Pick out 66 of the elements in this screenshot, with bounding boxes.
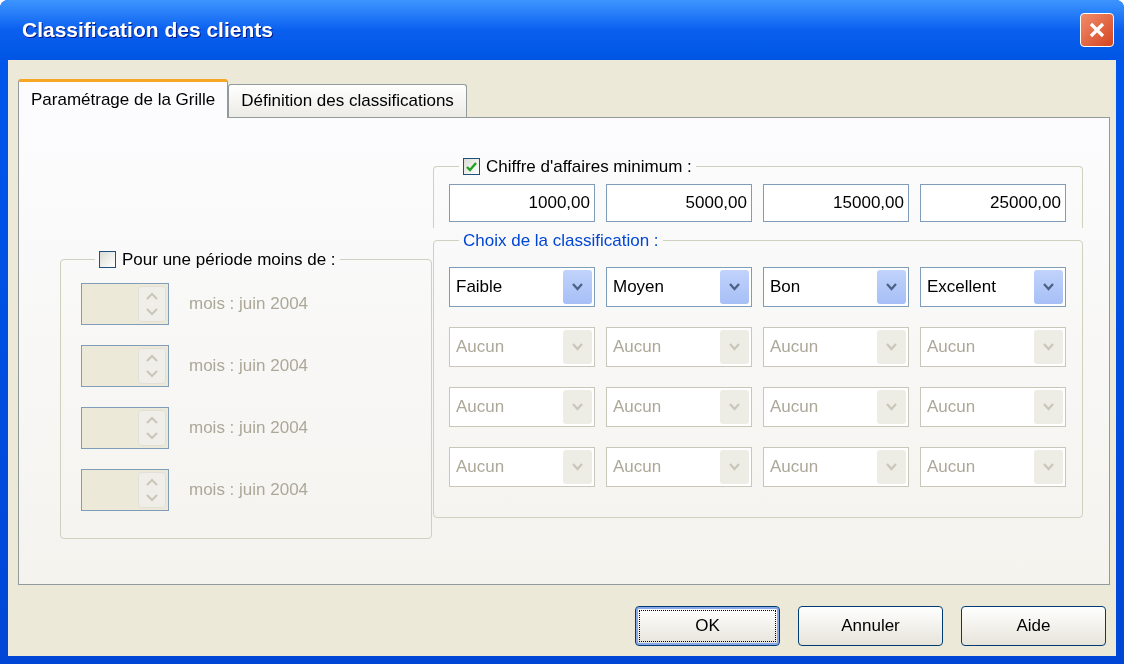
dropdown[interactable]: Faible: [449, 267, 595, 307]
chevron-down-icon: [1043, 403, 1054, 411]
dropdown-value: Aucun: [769, 336, 820, 359]
spin-arrows-icon: [138, 347, 166, 384]
dropdown-value: Aucun: [926, 396, 977, 419]
checkbox-label: Pour une période moins de :: [122, 249, 336, 271]
dropdown-arrow-button[interactable]: [720, 270, 749, 304]
chevron-down-icon: [1043, 283, 1054, 291]
dropdown-value: Aucun: [612, 396, 663, 419]
dropdown-value: Aucun: [455, 336, 506, 359]
dropdown-value: Aucun: [455, 456, 506, 479]
dropdown[interactable]: Excellent: [920, 267, 1066, 307]
window-title: Classification des clients: [22, 17, 273, 44]
chevron-down-icon: [886, 463, 897, 471]
dropdown-value: Aucun: [612, 456, 663, 479]
checkbox[interactable]: [463, 158, 480, 176]
dialog-button[interactable]: OK: [635, 606, 780, 646]
dropdown-value: Moyen: [612, 276, 666, 299]
spin-arrows-icon: [138, 471, 166, 508]
month-label: mois : juin 2004: [189, 292, 309, 315]
dropdown-value: Faible: [455, 276, 504, 299]
dropdown-value: Excellent: [926, 276, 997, 299]
chevron-down-icon: [572, 343, 583, 351]
tab[interactable]: Paramétrage de la Grille: [18, 79, 229, 118]
month-label: mois : juin 2004: [189, 416, 309, 439]
amount-field[interactable]: 1000,00: [449, 183, 595, 222]
chevron-down-icon: [572, 403, 583, 411]
dropdown-value: Aucun: [455, 396, 506, 419]
chevron-down-icon: [729, 343, 740, 351]
dropdown-value: Aucun: [612, 336, 663, 359]
dropdown[interactable]: Moyen: [606, 267, 752, 307]
chevron-down-icon: [886, 403, 897, 411]
spin-arrows-icon: [138, 285, 166, 322]
chevron-down-icon: [729, 283, 740, 291]
dropdown-arrow-button[interactable]: [563, 270, 592, 304]
dropdown-value: Aucun: [926, 336, 977, 359]
spin-arrows-icon: [138, 409, 166, 446]
checkmark-icon: [466, 161, 477, 172]
chevron-down-icon: [886, 283, 897, 291]
chevron-down-icon: [572, 463, 583, 471]
checkbox[interactable]: [99, 251, 116, 269]
close-button[interactable]: [1080, 13, 1114, 47]
close-icon: [1088, 21, 1106, 39]
dropdown-arrow-button[interactable]: [1034, 270, 1063, 304]
chevron-down-icon: [1043, 343, 1054, 351]
dropdown-value: Aucun: [769, 456, 820, 479]
dialog-button[interactable]: Aide: [961, 606, 1106, 646]
chevron-down-icon: [572, 283, 583, 291]
dropdown[interactable]: Bon: [763, 267, 909, 307]
dropdown-value: Bon: [769, 276, 802, 299]
chevron-down-icon: [729, 403, 740, 411]
group-title: Choix de la classification :: [463, 230, 659, 250]
chevron-down-icon: [886, 343, 897, 351]
checkbox-label: Chiffre d'affaires minimum :: [486, 156, 692, 178]
chevron-down-icon: [729, 463, 740, 471]
dropdown-value: Aucun: [926, 456, 977, 479]
amount-field[interactable]: 25000,00: [920, 183, 1066, 222]
dropdown-arrow-button[interactable]: [877, 270, 906, 304]
dropdown-value: Aucun: [769, 396, 820, 419]
month-label: mois : juin 2004: [189, 478, 309, 501]
amount-field[interactable]: 5000,00: [606, 183, 752, 222]
dialog-button[interactable]: Annuler: [798, 606, 943, 646]
amount-field[interactable]: 15000,00: [763, 183, 909, 222]
chevron-down-icon: [1043, 463, 1054, 471]
tab[interactable]: Définition des classifications: [228, 84, 467, 117]
month-label: mois : juin 2004: [189, 354, 309, 377]
